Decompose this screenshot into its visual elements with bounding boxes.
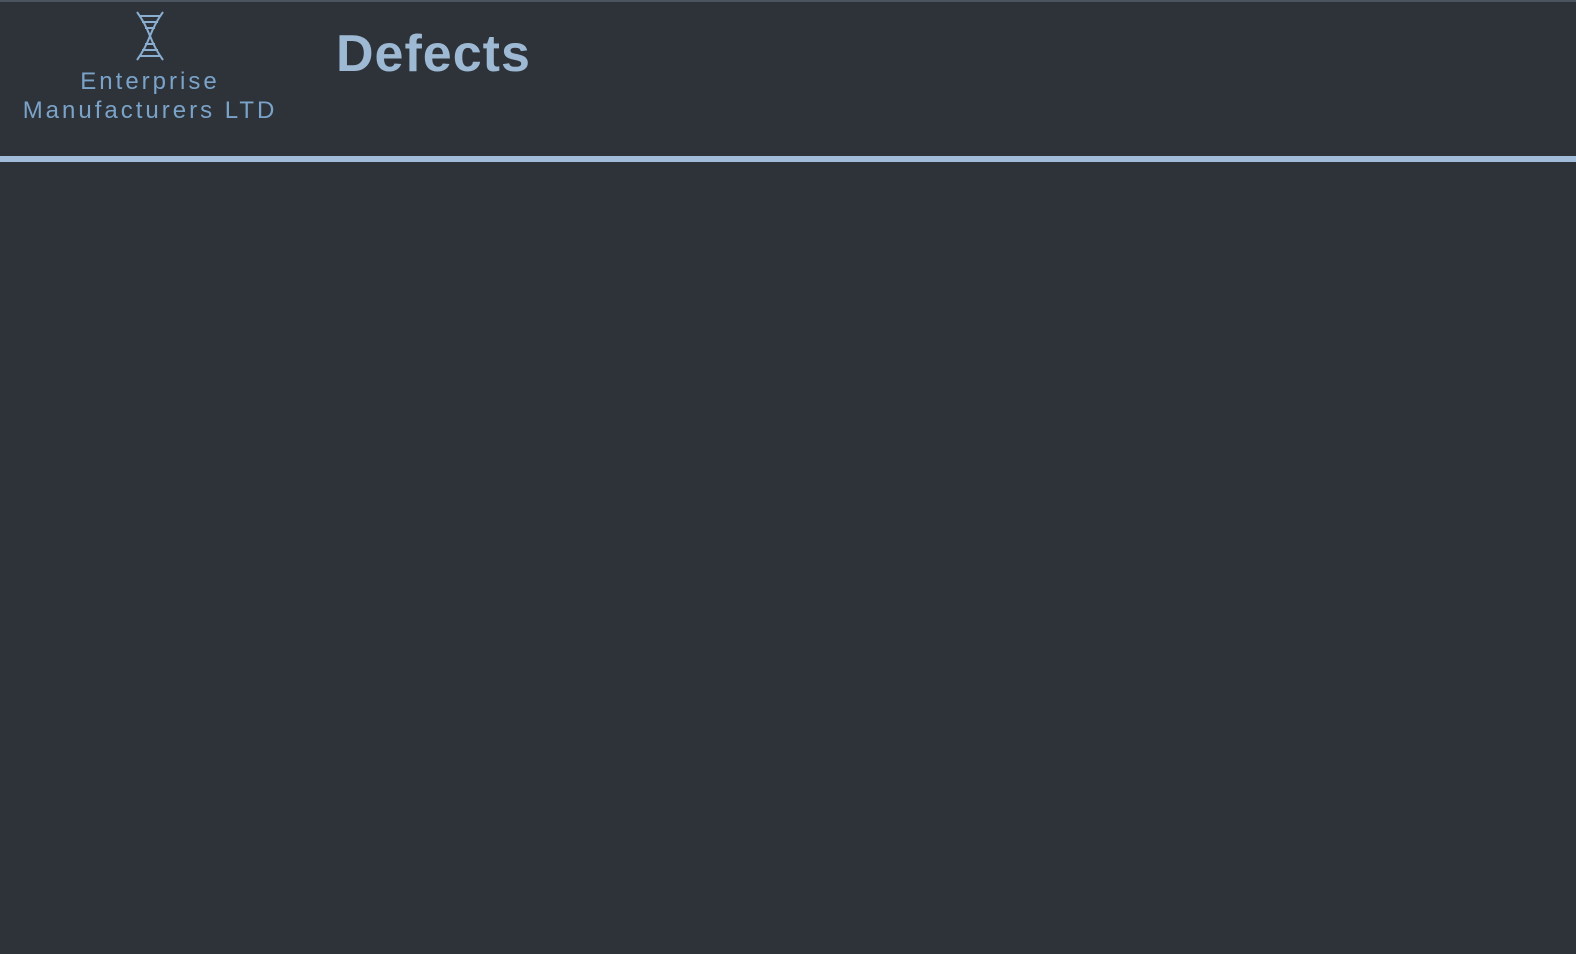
header: Enterprise Manufacturers LTD Defects (0, 0, 1576, 156)
company-name-line2: Manufacturers LTD (23, 97, 278, 126)
company-name: Enterprise Manufacturers LTD (23, 68, 278, 126)
dna-icon (125, 10, 175, 62)
page-title: Defects (336, 24, 531, 84)
company-name-line1: Enterprise (23, 68, 278, 97)
company-logo: Enterprise Manufacturers LTD (0, 2, 300, 134)
main-content (0, 162, 1576, 954)
